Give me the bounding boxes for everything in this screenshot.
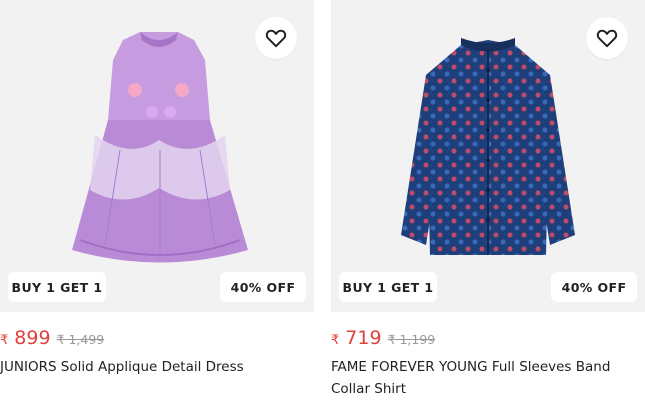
currency-symbol: ₹ <box>0 332 9 347</box>
price-row: ₹ 899 ₹ 1,499 <box>0 327 104 349</box>
sale-price: 719 <box>345 327 382 349</box>
product-title[interactable]: JUNIORS Solid Applique Detail Dress <box>0 356 310 378</box>
discount-tag: 40% OFF <box>220 272 306 302</box>
product-card[interactable]: BUY 1 GET 1 40% OFF ₹ 719 ₹ 1,199 FAME F… <box>331 0 645 403</box>
product-card[interactable]: BUY 1 GET 1 40% OFF ₹ 899 ₹ 1,499 JUNIOR… <box>0 0 314 403</box>
product-image[interactable]: BUY 1 GET 1 40% OFF <box>0 0 314 312</box>
sale-price: 899 <box>14 327 51 349</box>
product-image[interactable]: BUY 1 GET 1 40% OFF <box>331 0 645 312</box>
heart-outline-icon <box>596 29 618 48</box>
original-price: ₹ 1,499 <box>56 332 105 347</box>
discount-tag: 40% OFF <box>551 272 637 302</box>
wishlist-button[interactable] <box>255 17 297 59</box>
offer-tag: BUY 1 GET 1 <box>8 272 106 302</box>
offer-tag: BUY 1 GET 1 <box>339 272 437 302</box>
price-row: ₹ 719 ₹ 1,199 <box>331 327 435 349</box>
original-price: ₹ 1,199 <box>387 332 436 347</box>
heart-outline-icon <box>265 29 287 48</box>
wishlist-button[interactable] <box>586 17 628 59</box>
product-title[interactable]: FAME FOREVER YOUNG Full Sleeves Band Col… <box>331 356 641 400</box>
currency-symbol: ₹ <box>331 332 340 347</box>
